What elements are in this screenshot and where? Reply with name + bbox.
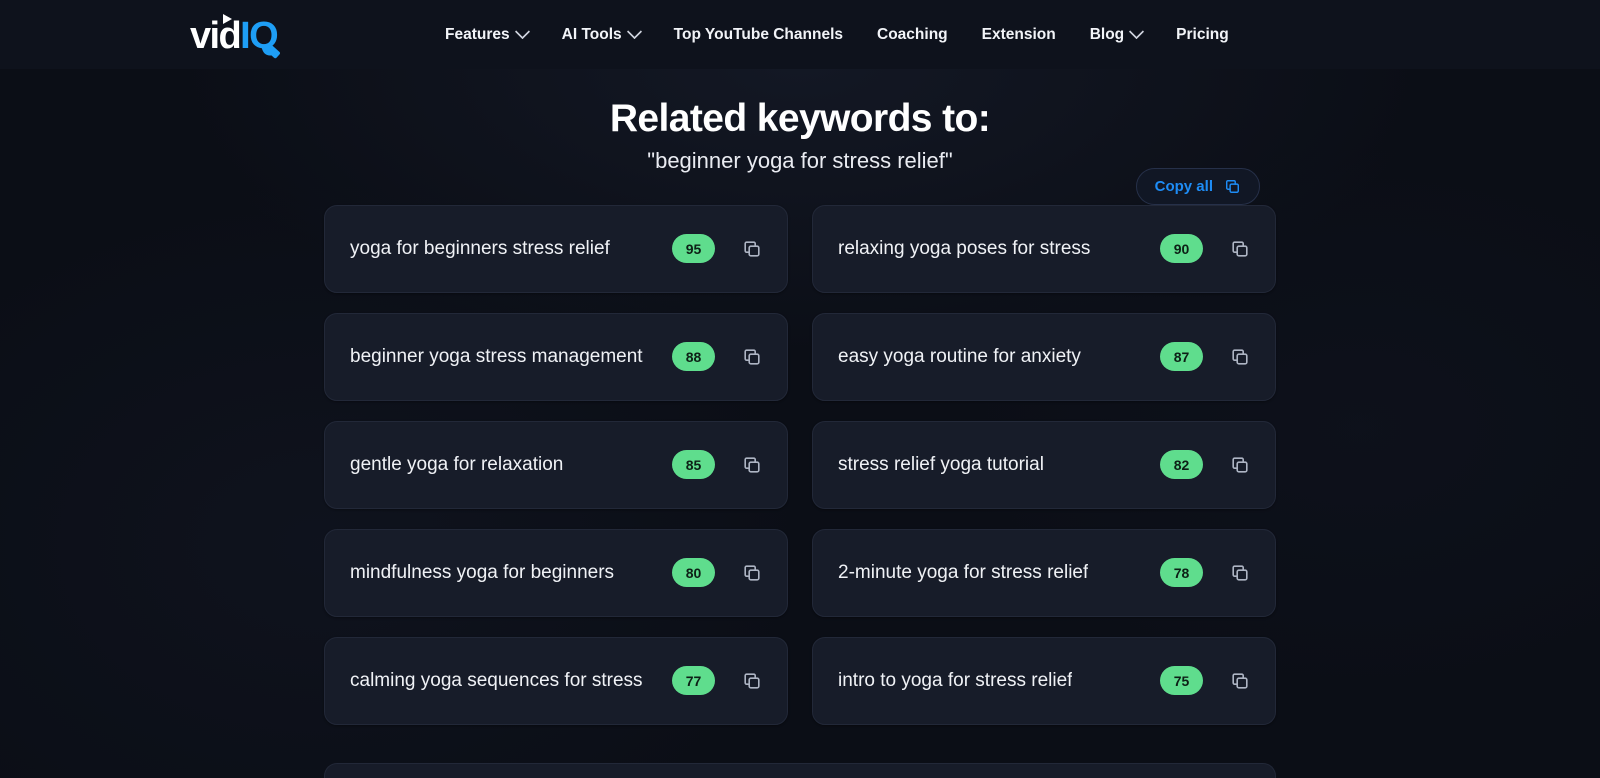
- page-root: vid IQ Features AI Tools Top YouTube Cha…: [0, 0, 1600, 778]
- keyword-label: 2-minute yoga for stress relief: [838, 561, 1089, 583]
- keyword-label: beginner yoga stress management: [350, 345, 643, 367]
- copy-keyword-button[interactable]: [735, 232, 769, 266]
- keyword-card[interactable]: relaxing yoga poses for stress 90: [812, 204, 1276, 293]
- keyword-score-badge: 78: [1160, 558, 1203, 588]
- nav-item-ai-tools[interactable]: AI Tools: [561, 23, 642, 44]
- nav-item-pricing[interactable]: Pricing: [1176, 26, 1229, 44]
- copy-keyword-button[interactable]: [735, 340, 769, 374]
- keyword-score-badge: 80: [672, 558, 715, 588]
- logo-text-vid: vid: [190, 14, 242, 57]
- nav-label-coaching: Coaching: [877, 25, 948, 43]
- copy-icon: [742, 239, 762, 259]
- copy-keyword-button[interactable]: [1223, 664, 1257, 698]
- site-header: vid IQ Features AI Tools Top YouTube Cha…: [0, 0, 1600, 69]
- main-navigation: Features AI Tools Top YouTube Channels C…: [445, 23, 1229, 44]
- nav-item-blog[interactable]: Blog: [1089, 23, 1145, 44]
- keyword-card[interactable]: mindfulness yoga for beginners 80: [324, 528, 788, 617]
- keyword-label: relaxing yoga poses for stress: [838, 237, 1091, 259]
- keyword-score-badge: 75: [1160, 666, 1203, 696]
- keyword-score-badge: 85: [672, 450, 715, 480]
- copy-keyword-button[interactable]: [1223, 448, 1257, 482]
- chevron-down-icon: [626, 23, 642, 40]
- keyword-card[interactable]: calming yoga sequences for stress 77: [324, 636, 788, 725]
- copy-icon: [1230, 671, 1250, 691]
- copy-icon: [1230, 563, 1250, 583]
- nav-label-pricing: Pricing: [1176, 25, 1229, 43]
- keyword-card[interactable]: stress relief yoga tutorial 82: [812, 420, 1276, 509]
- copy-icon: [742, 563, 762, 583]
- copy-all-label: Copy all: [1154, 178, 1213, 195]
- chevron-down-icon: [514, 23, 530, 40]
- keyword-score-badge: 77: [672, 666, 715, 696]
- copy-icon: [742, 455, 762, 475]
- nav-label-extension: Extension: [981, 25, 1056, 43]
- copy-keyword-button[interactable]: [1223, 340, 1257, 374]
- keyword-label: mindfulness yoga for beginners: [350, 561, 615, 583]
- keyword-card[interactable]: intro to yoga for stress relief 75: [812, 636, 1276, 725]
- copy-keyword-button[interactable]: [735, 556, 769, 590]
- vidiq-logo[interactable]: vid IQ: [190, 13, 281, 59]
- keyword-label: intro to yoga for stress relief: [838, 669, 1073, 691]
- nav-label-ai-tools: AI Tools: [561, 25, 622, 43]
- copy-keyword-button[interactable]: [735, 448, 769, 482]
- copy-icon: [1230, 455, 1250, 475]
- keyword-card[interactable]: easy yoga routine for anxiety 87: [812, 312, 1276, 401]
- related-keywords-grid: yoga for beginners stress relief 95 relaxi…: [324, 204, 1276, 725]
- page-subtitle-query: "beginner yoga for stress relief": [647, 147, 953, 173]
- page-title: Related keywords to:: [609, 97, 991, 140]
- copy-icon: [742, 671, 762, 691]
- keyword-score-badge: 95: [672, 234, 715, 264]
- nav-item-features[interactable]: Features: [445, 23, 530, 44]
- nav-item-extension[interactable]: Extension: [982, 26, 1056, 44]
- results-header: Related keywords to: "beginner yoga for …: [0, 69, 1600, 205]
- copy-icon: [1224, 178, 1241, 195]
- next-section-panel: [324, 762, 1276, 778]
- copy-icon: [1230, 239, 1250, 259]
- copy-keyword-button[interactable]: [1223, 556, 1257, 590]
- keyword-card[interactable]: yoga for beginners stress relief 95: [324, 204, 788, 293]
- keyword-label: calming yoga sequences for stress: [350, 669, 643, 691]
- nav-label-blog: Blog: [1089, 25, 1125, 43]
- nav-label-top-youtube-channels: Top YouTube Channels: [673, 25, 844, 43]
- keyword-score-badge: 87: [1160, 342, 1203, 372]
- keyword-card[interactable]: gentle yoga for relaxation 85: [324, 420, 788, 509]
- keyword-label: easy yoga routine for anxiety: [838, 345, 1081, 367]
- keyword-card[interactable]: 2-minute yoga for stress relief 78: [812, 528, 1276, 617]
- keyword-score-badge: 90: [1160, 234, 1203, 264]
- copy-all-button[interactable]: Copy all: [1135, 168, 1260, 205]
- keyword-label: gentle yoga for relaxation: [350, 453, 564, 475]
- keyword-score-badge: 88: [672, 342, 715, 372]
- copy-keyword-button[interactable]: [735, 664, 769, 698]
- copy-icon: [742, 347, 762, 367]
- keyword-label: stress relief yoga tutorial: [838, 453, 1044, 475]
- nav-label-features: Features: [445, 25, 510, 43]
- copy-icon: [1230, 347, 1250, 367]
- play-triangle-icon: [223, 13, 232, 24]
- keyword-score-badge: 82: [1160, 450, 1203, 480]
- copy-keyword-button[interactable]: [1223, 232, 1257, 266]
- nav-item-top-youtube-channels[interactable]: Top YouTube Channels: [674, 26, 843, 44]
- keyword-label: yoga for beginners stress relief: [350, 237, 610, 259]
- chevron-down-icon: [1128, 23, 1145, 40]
- nav-item-coaching[interactable]: Coaching: [877, 26, 948, 44]
- keyword-card[interactable]: beginner yoga stress management 88: [324, 312, 788, 401]
